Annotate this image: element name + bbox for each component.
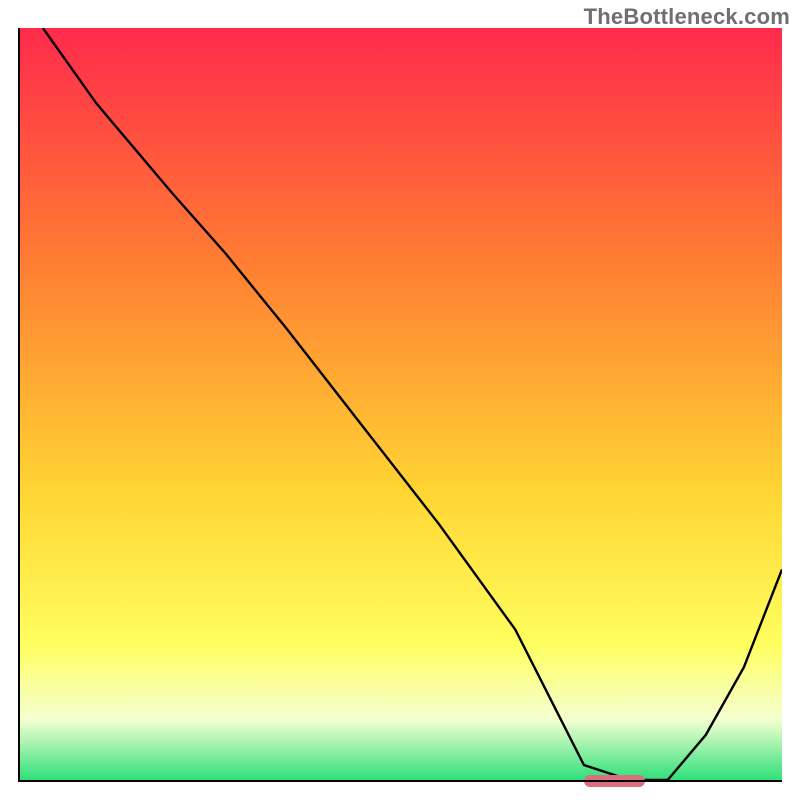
watermark-text: TheBottleneck.com [584,4,790,30]
y-axis [18,28,20,782]
bottleneck-curve [20,28,782,780]
x-axis [18,780,782,782]
